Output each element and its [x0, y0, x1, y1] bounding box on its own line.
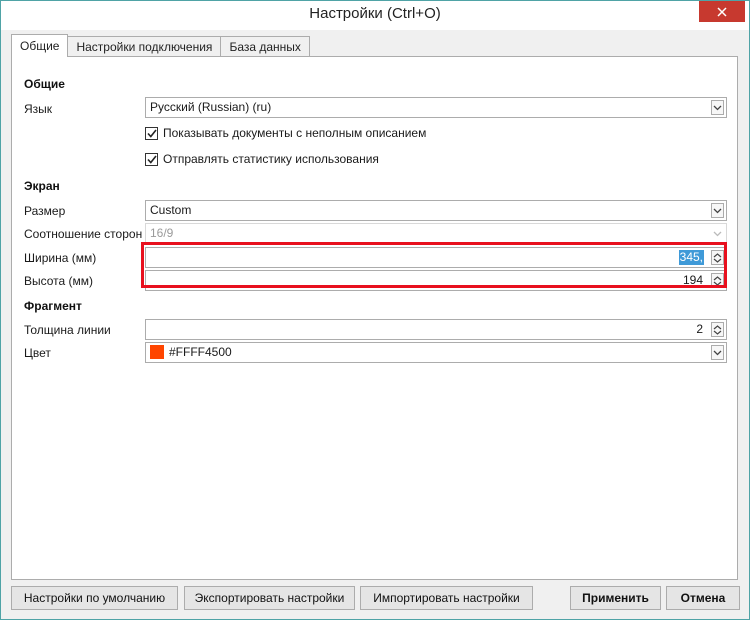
color-swatch	[150, 344, 164, 359]
color-label: Цвет	[24, 346, 51, 360]
window-client: Общие Настройки подключения База данных …	[1, 30, 749, 619]
import-settings-button[interactable]: Импортировать настройки	[360, 586, 533, 610]
show-incomplete-docs-label: Показывать документы с неполным описание…	[163, 126, 427, 140]
aspect-ratio-select: 16/9	[145, 223, 727, 244]
language-value: Русский (Russian) (ru)	[150, 100, 272, 114]
checkmark-icon	[146, 155, 157, 164]
send-stats-label: Отправлять статистику использования	[163, 152, 379, 166]
width-spinner[interactable]	[711, 250, 724, 265]
chevron-down-icon	[713, 258, 722, 263]
defaults-button[interactable]: Настройки по умолчанию	[11, 586, 178, 610]
chevron-down-icon	[713, 208, 722, 213]
chevron-down-icon	[713, 105, 722, 110]
chevron-down-icon	[713, 330, 722, 335]
width-label: Ширина (мм)	[24, 251, 97, 265]
section-header-fragment: Фрагмент	[24, 299, 82, 313]
height-spinner[interactable]	[711, 273, 724, 288]
close-button[interactable]	[699, 1, 745, 22]
title-bar: Настройки (Ctrl+O)	[0, 0, 750, 30]
color-select[interactable]: #FFFF4500	[145, 342, 727, 363]
line-width-value: 2	[696, 322, 703, 336]
button-bar: Настройки по умолчанию Экспортировать на…	[1, 586, 749, 614]
aspect-ratio-value: 16/9	[150, 226, 174, 240]
line-width-spinner[interactable]	[711, 322, 724, 337]
window-title: Настройки (Ctrl+O)	[309, 5, 441, 22]
height-label: Высота (мм)	[24, 274, 94, 288]
settings-window: Настройки (Ctrl+O) Общие Настройки подкл…	[0, 0, 750, 620]
checkbox-box[interactable]	[145, 126, 158, 140]
chevron-down-icon	[713, 281, 722, 286]
general-panel: Общие Язык Русский (Russian) (ru) Показы…	[11, 56, 738, 580]
language-label: Язык	[24, 102, 53, 116]
section-header-screen: Экран	[24, 179, 60, 193]
language-select[interactable]: Русский (Russian) (ru)	[145, 97, 727, 118]
send-stats-checkbox[interactable]: Отправлять статистику использования	[145, 152, 379, 166]
show-incomplete-docs-checkbox[interactable]: Показывать документы с неполным описание…	[145, 126, 426, 140]
size-label: Размер	[24, 204, 66, 218]
line-width-input[interactable]: 2	[145, 319, 727, 340]
size-value: Custom	[150, 203, 192, 217]
line-width-label: Толщина линии	[24, 323, 111, 337]
height-input[interactable]: 194	[145, 270, 727, 291]
size-dropdown-button[interactable]	[711, 203, 724, 218]
language-dropdown-button[interactable]	[711, 100, 724, 115]
tab-general[interactable]: Общие	[11, 34, 69, 57]
checkmark-icon	[146, 129, 157, 138]
section-header-general: Общие	[24, 77, 65, 91]
height-value: 194	[682, 273, 703, 287]
apply-button[interactable]: Применить	[570, 586, 661, 610]
aspect-ratio-dropdown-button	[711, 226, 724, 241]
checkbox-box[interactable]	[145, 152, 158, 166]
close-icon	[717, 6, 727, 17]
size-select[interactable]: Custom	[145, 200, 727, 221]
cancel-button[interactable]: Отмена	[666, 586, 740, 610]
chevron-down-icon	[713, 231, 722, 236]
tab-connection-settings[interactable]: Настройки подключения	[67, 36, 222, 57]
tab-database[interactable]: База данных	[220, 36, 310, 57]
color-dropdown-button[interactable]	[711, 345, 724, 360]
width-value: 345,	[678, 250, 704, 265]
aspect-ratio-label: Соотношение сторон	[24, 227, 143, 241]
tab-strip: Общие Настройки подключения База данных	[11, 34, 310, 57]
export-settings-button[interactable]: Экспортировать настройки	[184, 586, 355, 610]
chevron-down-icon	[713, 350, 722, 355]
width-input[interactable]: 345,	[145, 247, 727, 268]
color-value: #FFFF4500	[169, 345, 232, 359]
